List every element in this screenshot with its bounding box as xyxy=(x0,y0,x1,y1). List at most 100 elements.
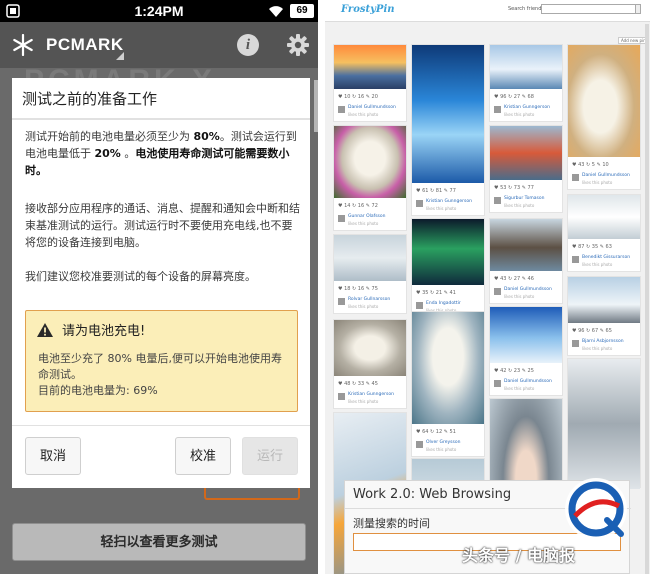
pin-author-name[interactable]: Daniel Gullmundsson xyxy=(504,287,552,292)
avatar[interactable] xyxy=(416,200,423,207)
cancel-button[interactable]: 取消 xyxy=(25,437,81,475)
swipe-more-tests-button[interactable]: 轻扫以查看更多测试 xyxy=(12,523,306,561)
avatar[interactable] xyxy=(494,288,501,295)
avatar[interactable] xyxy=(338,106,345,113)
pin-author-name[interactable]: Kristian Gunngerson xyxy=(426,199,472,204)
wifi-icon xyxy=(269,6,283,17)
divider xyxy=(12,118,310,120)
pin-card[interactable]: ♥ 96 ↻ 27 ✎ 68 Kristian Gunngerson likes t… xyxy=(489,44,563,122)
pin-stats: ♥ 53 ↻ 73 ✎ 77 xyxy=(494,185,534,191)
pin-card[interactable]: ♥ 35 ↻ 21 ✎ 41Enda Ingadottirlikes this … xyxy=(411,218,485,318)
pin-card[interactable]: ♥ 42 ↻ 23 ✎ 25 Daniel Gullmundsson likes t… xyxy=(489,306,563,396)
pin-stats: ♥ 48 ↻ 33 ✎ 45 xyxy=(338,381,378,387)
warning-icon xyxy=(37,323,53,337)
charge-warning-box: 请为电池充电! 电池至少充了 80% 电量后,便可以开始电池使用寿命测试。 目前… xyxy=(25,310,298,412)
pin-like-text: likes this photo xyxy=(426,206,457,211)
search-dropdown-button[interactable] xyxy=(635,4,641,14)
pin-photo[interactable] xyxy=(490,45,562,89)
site-logo[interactable]: FrostyPin xyxy=(341,4,395,15)
pin-author-name[interactable]: Bjarni Asbjornsson xyxy=(582,339,624,344)
pin-author-name[interactable]: Kristian Gunngerson xyxy=(348,392,394,397)
pin-photo[interactable] xyxy=(568,45,640,157)
pin-photo[interactable] xyxy=(412,45,484,183)
avatar[interactable] xyxy=(572,256,579,263)
pin-card[interactable]: ♥ 87 ↻ 35 ✎ 63 Benedikt Gissurarson likes … xyxy=(567,194,641,272)
snowflake-icon xyxy=(13,34,33,56)
pin-card[interactable]: ♥ 14 ↻ 16 ✎ 72 Gunnar Olafsson likes this … xyxy=(333,125,407,231)
pin-author-name[interactable]: Rolvar Gullnarsson xyxy=(348,297,390,302)
avatar[interactable] xyxy=(416,441,423,448)
avatar[interactable] xyxy=(572,340,579,347)
pin-photo[interactable] xyxy=(568,359,640,489)
pin-author-name[interactable]: Sigurbur Tomason xyxy=(504,196,544,201)
pin-stats: ♥ 87 ↻ 35 ✎ 63 xyxy=(572,244,612,250)
app-title: PCMARK xyxy=(46,35,124,54)
workload-step-label: 测量搜索的时间 xyxy=(353,517,430,530)
pin-like-text: likes this photo xyxy=(348,304,379,309)
pin-photo[interactable] xyxy=(490,307,562,363)
search-input[interactable] xyxy=(541,4,637,14)
info-icon[interactable]: i xyxy=(237,34,259,56)
pin-like-text: likes this photo xyxy=(348,221,379,226)
avatar[interactable] xyxy=(494,197,501,204)
avatar[interactable] xyxy=(416,302,423,309)
pin-author-name[interactable]: Benedikt Gissurarson xyxy=(582,255,630,260)
avatar[interactable] xyxy=(572,174,579,181)
pin-card[interactable]: ♥ 43 ↻ 27 ✎ 46 Daniel Gullmundsson likes t… xyxy=(489,218,563,304)
pin-photo[interactable] xyxy=(334,126,406,198)
avatar[interactable] xyxy=(494,106,501,113)
page-scrollbar[interactable] xyxy=(645,24,649,574)
pin-like-text: likes this photo xyxy=(504,386,535,391)
dialog-title: 测试之前的准备工作 xyxy=(22,90,158,108)
pin-card[interactable] xyxy=(567,358,641,489)
calibrate-button[interactable]: 校准 xyxy=(175,437,231,475)
pin-stats: ♥ 14 ↻ 16 ✎ 72 xyxy=(338,203,378,209)
status-bar: 1:24PM 69 xyxy=(0,0,318,22)
pin-card[interactable]: ♥ 48 ↻ 33 ✎ 45 Kristian Gunngerson likes t… xyxy=(333,319,407,409)
pin-stats: ♥ 42 ↻ 23 ✎ 25 xyxy=(494,368,534,374)
pin-stats: ♥ 18 ↻ 16 ✎ 75 xyxy=(338,286,378,292)
pin-like-text: likes this photo xyxy=(504,112,535,117)
avatar[interactable] xyxy=(494,380,501,387)
pin-photo[interactable] xyxy=(490,219,562,271)
pin-photo[interactable] xyxy=(334,45,406,89)
avatar[interactable] xyxy=(338,393,345,400)
gear-icon[interactable] xyxy=(287,34,309,56)
menu-corner-indicator[interactable] xyxy=(116,52,124,60)
pin-stats: ♥ 64 ↻ 12 ✎ 51 xyxy=(416,429,456,435)
pin-photo[interactable] xyxy=(334,320,406,376)
pin-card[interactable]: ♥ 53 ↻ 73 ✎ 77 Sigurbur Tomason likes this… xyxy=(489,125,563,213)
pin-author-name[interactable]: Daniel Gullmundsson xyxy=(348,105,396,110)
pin-photo[interactable] xyxy=(412,219,484,285)
avatar[interactable] xyxy=(338,298,345,305)
pin-author-name[interactable]: Daniel Gullmundsson xyxy=(582,173,630,178)
pin-card[interactable]: ♥ 64 ↻ 12 ✎ 51 Olver Greysson likes this p… xyxy=(411,311,485,457)
pin-like-text: likes this photo xyxy=(582,262,613,267)
pin-like-text: likes this photo xyxy=(504,294,535,299)
pin-stats: ♥ 10 ↻ 16 ✎ 20 xyxy=(338,94,378,100)
pin-author-name[interactable]: Enda Ingadottir xyxy=(426,301,461,306)
pin-photo[interactable] xyxy=(334,235,406,281)
preparation-dialog: 测试之前的准备工作 测试开始前的电池电量必须至少为 80%。测试会运行到电池电量… xyxy=(12,78,310,488)
battery-requirement-text: 测试开始前的电池电量必须至少为 80%。测试会运行到电池电量低于 20% 。电池… xyxy=(25,130,297,177)
pin-author-name[interactable]: Kristian Gunngerson xyxy=(504,105,550,110)
pin-photo[interactable] xyxy=(412,312,484,424)
app-header: PCMARK i xyxy=(0,22,318,68)
pin-card[interactable]: ♥ 96 ↻ 67 ✎ 65 Bjarni Asbjornsson likes th… xyxy=(567,276,641,356)
pin-author-name[interactable]: Daniel Gullmundsson xyxy=(504,379,552,384)
workload-title: Work 2.0: Web Browsing xyxy=(353,487,512,502)
pin-card[interactable]: ♥ 61 ↻ 81 ✎ 77 Kristian Gunngerson likes t… xyxy=(411,44,485,216)
pin-author-name[interactable]: Olver Greysson xyxy=(426,440,460,445)
pin-stats: ♥ 96 ↻ 67 ✎ 65 xyxy=(572,328,612,334)
pin-like-text: likes this photo xyxy=(348,112,379,117)
pin-author-name[interactable]: Gunnar Olafsson xyxy=(348,214,386,219)
pin-like-text: likes this photo xyxy=(348,399,379,404)
pin-card[interactable]: ♥ 43 ↻ 5 ✎ 10 Daniel Gullmundsson likes th… xyxy=(567,44,641,190)
pin-photo[interactable] xyxy=(568,277,640,323)
pin-card[interactable]: ♥ 18 ↻ 16 ✎ 75 Rolvar Gullnarsson likes th… xyxy=(333,234,407,314)
pin-card[interactable]: ♥ 10 ↻ 16 ✎ 20 Daniel Gullmundsson likes t… xyxy=(333,44,407,122)
avatar[interactable] xyxy=(338,215,345,222)
pin-photo[interactable] xyxy=(490,126,562,180)
pin-photo[interactable] xyxy=(568,195,640,239)
run-button[interactable]: 运行 xyxy=(242,437,298,475)
